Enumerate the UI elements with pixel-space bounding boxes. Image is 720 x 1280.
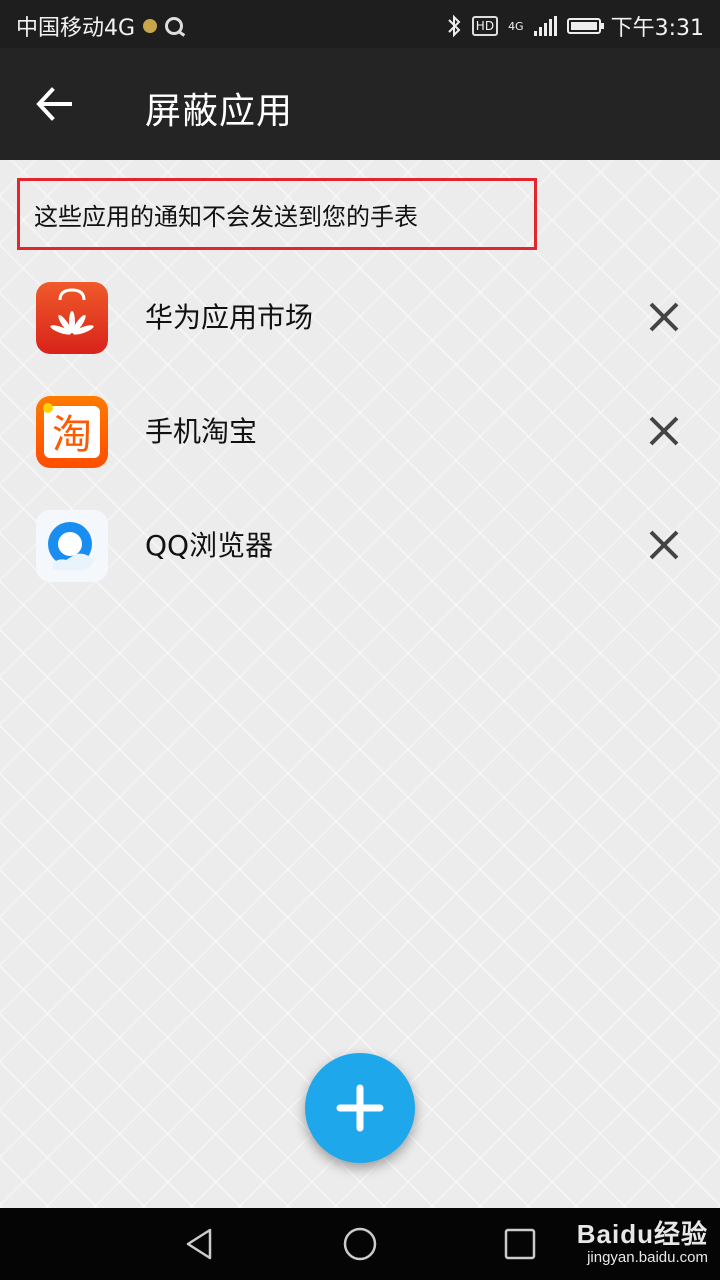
- carrier-label: 中国移动4G: [16, 16, 136, 41]
- notification-dot-icon: [143, 19, 158, 33]
- back-arrow-icon[interactable]: [30, 80, 78, 128]
- app-name: 手机淘宝: [145, 415, 258, 448]
- list-item: 华为应用市场: [0, 282, 720, 396]
- add-app-button[interactable]: [305, 1053, 415, 1163]
- page-title: 屏蔽应用: [145, 91, 294, 132]
- plus-icon: [336, 1084, 384, 1132]
- notice-banner: 这些应用的通知不会发送到您的手表: [17, 178, 537, 250]
- remove-icon[interactable]: [645, 526, 683, 564]
- list-item: QQ浏览器: [0, 510, 720, 624]
- hd-icon: HD: [471, 16, 499, 36]
- app-bar: 屏蔽应用: [0, 48, 720, 160]
- signal-icon: [533, 16, 557, 36]
- clock: 下午3:31: [610, 16, 704, 41]
- watermark-url: jingyan.baidu.com: [587, 1249, 708, 1266]
- huawei-appgallery-icon: [36, 282, 108, 354]
- taobao-icon: 淘: [36, 396, 108, 468]
- back-triangle-icon[interactable]: [182, 1226, 218, 1262]
- network-type-label: 4G: [508, 19, 524, 33]
- navigation-bar: Baidu经验 jingyan.baidu.com: [0, 1208, 720, 1280]
- q-browser-icon: [165, 17, 184, 35]
- qq-browser-icon: [36, 510, 108, 582]
- watermark-brand: Baidu经验: [576, 1219, 708, 1249]
- app-name: QQ浏览器: [145, 529, 274, 562]
- content-area: 这些应用的通知不会发送到您的手表 华为应用市场 淘 手机淘宝 QQ浏览器: [0, 160, 720, 1208]
- app-name: 华为应用市场: [145, 301, 314, 334]
- bluetooth-icon: [448, 14, 461, 38]
- watermark: Baidu经验 jingyan.baidu.com: [577, 1214, 708, 1266]
- list-item: 淘 手机淘宝: [0, 396, 720, 510]
- taobao-glyph: 淘: [52, 412, 92, 458]
- home-circle-icon[interactable]: [342, 1226, 378, 1262]
- battery-icon: [566, 18, 604, 34]
- recents-square-icon[interactable]: [502, 1226, 538, 1262]
- remove-icon[interactable]: [645, 298, 683, 336]
- status-bar: 中国移动4G HD 4G 下午3:31: [0, 0, 720, 48]
- remove-icon[interactable]: [645, 412, 683, 450]
